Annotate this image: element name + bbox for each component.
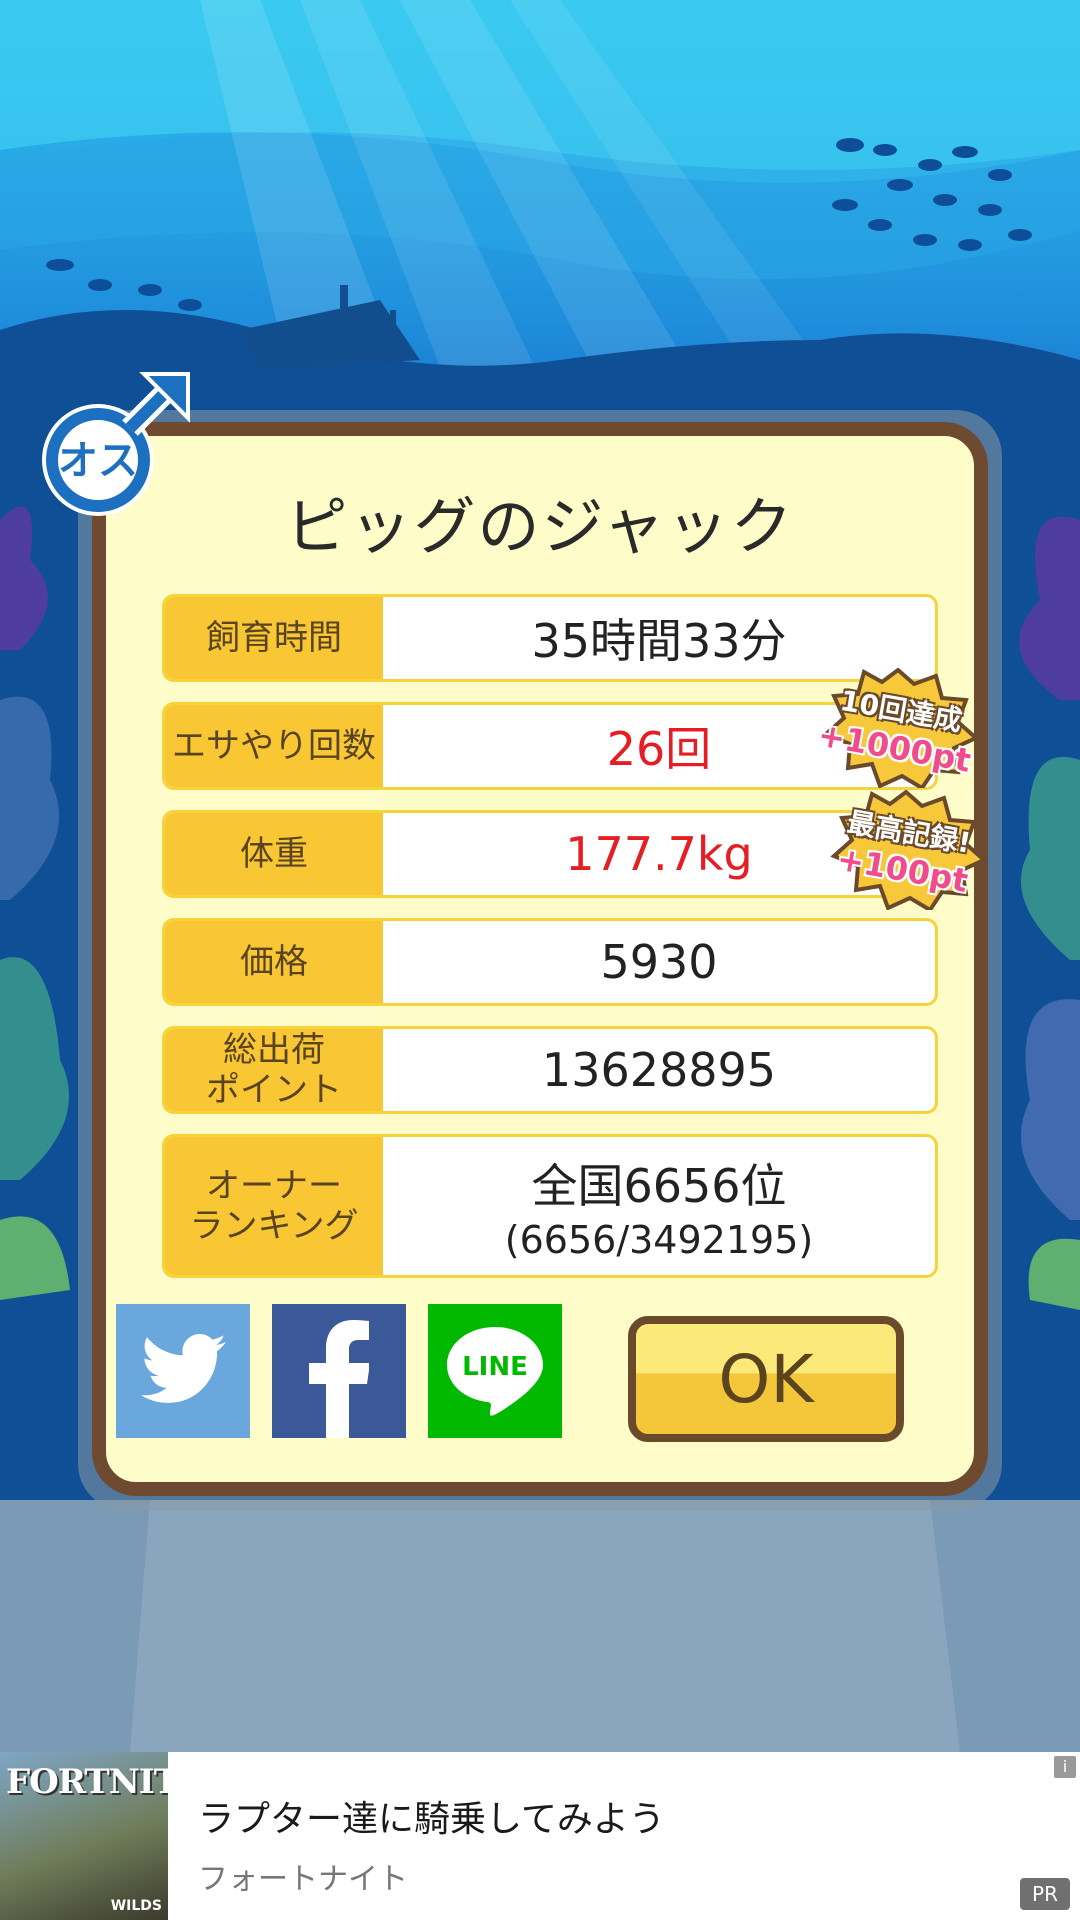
ad-banner[interactable]: FORTNITE WILDS ラプター達に騎乗してみよう フォートナイト i P…: [0, 1752, 1080, 1920]
ad-thumb-logo: FORTNITE: [6, 1762, 168, 1802]
ranking-sub: (6656/3492195): [504, 1218, 814, 1262]
ranking-value: 全国6656位 (6656/3492195): [383, 1137, 935, 1275]
stat-label: オーナー ランキング: [165, 1137, 383, 1275]
line-label: LINE: [462, 1352, 528, 1382]
twitter-share-button[interactable]: [116, 1304, 250, 1438]
bonus-badge-record: 最高記録! +100pt: [826, 790, 986, 910]
gender-label: オス: [58, 438, 138, 484]
pet-name-title: ピッグのジャック: [285, 490, 795, 563]
stat-value: 13628895: [541, 1043, 777, 1097]
male-gender-badge: オス: [36, 368, 196, 528]
ad-pr-badge: PR: [1020, 1878, 1070, 1910]
stat-label-line2: ランキング: [189, 1206, 359, 1246]
ad-title[interactable]: ラプター達に騎乗してみよう: [198, 1790, 665, 1842]
stat-row-owner-ranking: オーナー ランキング 全国6656位 (6656/3492195): [162, 1134, 938, 1278]
stat-row-total-points: 総出荷 ポイント 13628895: [162, 1026, 938, 1114]
stat-label-line1: 総出荷: [223, 1030, 325, 1070]
stat-label: 体重: [165, 813, 383, 895]
stat-label: 飼育時間: [165, 597, 383, 679]
stat-row-price: 価格 5930: [162, 918, 938, 1006]
bonus-badge-feed: 10回達成 +1000pt: [815, 668, 978, 788]
line-share-button[interactable]: LINE: [428, 1304, 562, 1438]
line-bubble-icon: LINE: [447, 1327, 543, 1416]
facebook-f-icon: [309, 1320, 369, 1438]
stat-label: エサやり回数: [165, 705, 383, 787]
ad-thumbnail[interactable]: FORTNITE WILDS: [0, 1752, 168, 1920]
ad-info-icon[interactable]: i: [1054, 1756, 1076, 1778]
stat-label: 総出荷 ポイント: [165, 1029, 383, 1111]
ok-button[interactable]: OK: [628, 1316, 904, 1442]
stat-label-line1: オーナー: [205, 1166, 342, 1206]
ad-advertiser: フォートナイト: [198, 1862, 408, 1897]
stat-label-line2: ポイント: [206, 1070, 342, 1110]
result-dialog: ピッグのジャック 飼育時間 35時間33分 エサやり回数 26回 体重 177.…: [92, 422, 988, 1496]
twitter-bird-icon: [141, 1334, 226, 1403]
stat-value: 5930: [600, 935, 718, 989]
male-symbol-icon: オス: [42, 372, 190, 516]
facebook-share-button[interactable]: [272, 1304, 406, 1438]
ranking-main: 全国6656位: [531, 1159, 787, 1213]
ad-thumb-sub: WILDS: [110, 1898, 162, 1914]
stat-label: 価格: [165, 921, 383, 1003]
